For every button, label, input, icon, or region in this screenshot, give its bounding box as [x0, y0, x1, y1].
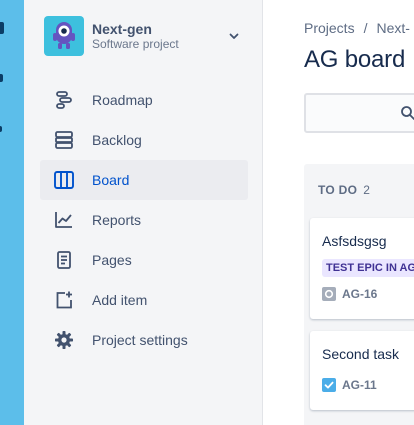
- pages-icon: [52, 248, 76, 272]
- sidebar-item-backlog[interactable]: Backlog: [40, 120, 248, 160]
- project-type: Software project: [92, 36, 179, 51]
- global-nav-item-indicator[interactable]: [0, 74, 3, 82]
- issue-key[interactable]: AG-16: [342, 287, 377, 301]
- sidebar-item-reports[interactable]: Reports: [40, 200, 248, 240]
- global-nav-item-indicator[interactable]: [0, 126, 2, 132]
- search-input[interactable]: [304, 93, 414, 133]
- global-nav-item-indicator[interactable]: [0, 22, 4, 34]
- project-switcher[interactable]: Next-gen Software project: [44, 15, 244, 57]
- issue-summary: Second task: [322, 346, 400, 362]
- issue-meta: AG-16: [322, 287, 377, 301]
- project-name: Next-gen: [92, 20, 152, 37]
- project-sidebar: Next-gen Software project Roadmap Backlo…: [24, 0, 263, 425]
- sidebar-item-roadmap[interactable]: Roadmap: [40, 80, 248, 120]
- story-issue-type-icon: [322, 287, 336, 301]
- column-title: TO DO: [318, 183, 358, 197]
- page-title: AG board: [304, 46, 406, 73]
- roadmap-icon: [52, 88, 76, 112]
- sidebar-item-label: Board: [92, 172, 130, 188]
- board-main: Projects / Next- AG board TO DO 2 Asfsdsgsg…: [263, 0, 414, 425]
- chevron-down-icon[interactable]: [224, 26, 244, 46]
- issue-key[interactable]: AG-11: [342, 378, 377, 392]
- column-header: TO DO 2: [318, 183, 370, 197]
- breadcrumb: Projects / Next-: [304, 20, 410, 36]
- sidebar-item-label: Backlog: [92, 132, 142, 148]
- sidebar-item-project-settings[interactable]: Project settings: [40, 320, 248, 360]
- issue-summary: Asfsdsgsg: [322, 233, 387, 249]
- column-issue-count: 2: [363, 183, 371, 197]
- add-item-icon: [52, 288, 76, 312]
- project-meta: Next-gen Software project: [92, 21, 224, 52]
- sidebar-item-pages[interactable]: Pages: [40, 240, 248, 280]
- issue-card[interactable]: Asfsdsgsg TEST EPIC IN AG AG-16: [310, 218, 414, 319]
- backlog-icon: [52, 128, 76, 152]
- sidebar-item-label: Reports: [92, 212, 142, 228]
- search-icon: [400, 105, 414, 121]
- sidebar-item-add-item[interactable]: Add item: [40, 280, 248, 320]
- sidebar-item-label: Add item: [92, 292, 148, 308]
- breadcrumb-separator: /: [363, 20, 368, 36]
- sidebar-item-label: Pages: [92, 252, 132, 268]
- breadcrumb-projects-link[interactable]: Projects: [304, 20, 355, 36]
- issue-card[interactable]: Second task AG-11: [310, 331, 414, 410]
- project-nav-list: Roadmap Backlog Board Reports Pages Add …: [40, 80, 248, 360]
- task-checkbox-icon: [322, 378, 336, 392]
- global-navigation: [0, 0, 24, 425]
- board-column-todo: TO DO 2 Asfsdsgsg TEST EPIC IN AG AG-16 S…: [304, 164, 414, 425]
- breadcrumb-project-link[interactable]: Next-: [376, 20, 409, 36]
- sidebar-item-label: Roadmap: [92, 92, 153, 108]
- reports-icon: [52, 208, 76, 232]
- gear-icon: [52, 328, 76, 352]
- sidebar-item-board[interactable]: Board: [40, 160, 248, 200]
- board-icon: [52, 168, 76, 192]
- sidebar-item-label: Project settings: [92, 332, 188, 348]
- epic-lozenge: TEST EPIC IN AG: [322, 259, 414, 277]
- monster-avatar-icon: [53, 22, 75, 49]
- project-avatar: [44, 16, 84, 56]
- issue-meta: AG-11: [322, 378, 377, 392]
